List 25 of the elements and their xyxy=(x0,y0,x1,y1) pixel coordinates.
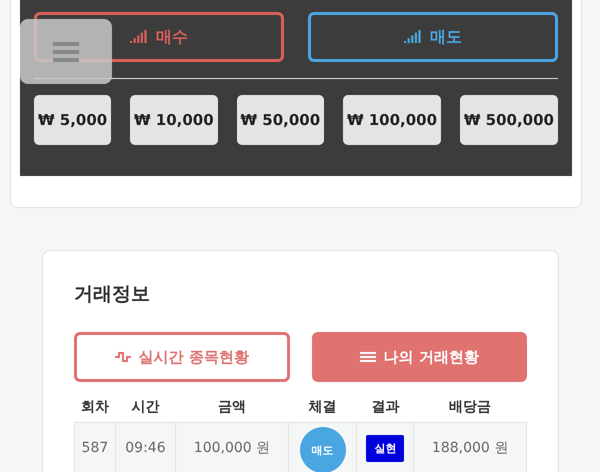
pulse-icon xyxy=(114,351,131,363)
section-title: 거래정보 xyxy=(74,282,151,307)
menu-icon xyxy=(53,40,79,62)
sell-button[interactable]: 매도 xyxy=(308,12,558,62)
column-header: 회차 xyxy=(74,398,116,422)
table-cell: 100,000 원 xyxy=(176,422,288,472)
column-header: 배당금 xyxy=(414,398,526,422)
column-header: 체결 xyxy=(288,398,357,422)
table-cell: 09:46 xyxy=(115,422,176,472)
side-badge: 매도 xyxy=(300,427,346,472)
table-cell: 587 xyxy=(74,422,116,472)
column-header: 시간 xyxy=(115,398,176,422)
result-badge: 실현 xyxy=(366,434,404,462)
amount-button[interactable]: ₩ 50,000 xyxy=(236,95,324,145)
column-header: 결과 xyxy=(356,398,414,422)
amount-button[interactable]: ₩ 100,000 xyxy=(342,95,442,145)
amount-button[interactable]: ₩ 5,000 xyxy=(34,95,112,145)
lines-icon xyxy=(360,351,376,363)
amount-button[interactable]: ₩ 500,000 xyxy=(460,95,558,145)
signal-bars-icon xyxy=(130,30,148,44)
column-header: 금액 xyxy=(176,398,288,422)
table-cell: 188,000 원 xyxy=(414,422,526,472)
menu-button[interactable] xyxy=(20,19,112,84)
amount-button[interactable]: ₩ 10,000 xyxy=(130,95,218,145)
signal-bars-icon xyxy=(404,30,422,44)
